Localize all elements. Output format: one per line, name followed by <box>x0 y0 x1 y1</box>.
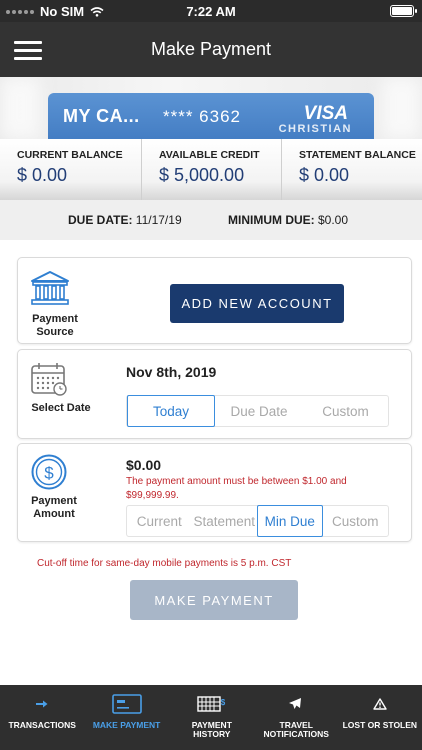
payment-amount-panel: $ Payment Amount $0.00 The payment amoun… <box>17 443 412 542</box>
payment-source-label: Payment Source <box>32 313 78 338</box>
calendar-grid-icon: $ <box>169 695 253 713</box>
bottom-tab-bar: TRANSACTIONS MAKE PAYMENT $ PAYMENT HIST… <box>0 685 422 750</box>
cutoff-note: Cut-off time for same-day mobile payment… <box>37 558 292 569</box>
current-balance-label: CURRENT BALANCE <box>17 149 123 161</box>
make-payment-button[interactable]: MAKE PAYMENT <box>130 580 298 620</box>
svg-text:$: $ <box>221 698 226 707</box>
amount-selector: Current Statement Min Due Custom <box>126 505 389 537</box>
selected-date: Nov 8th, 2019 <box>126 364 217 380</box>
tab-payment-history-label: PAYMENT HISTORY <box>191 720 232 739</box>
minimum-due-label: MINIMUM DUE: <box>228 213 315 227</box>
amount-error-message: The payment amount must be between $1.00… <box>126 476 347 501</box>
statement-balance: STATEMENT BALANCE $ 0.00 <box>281 139 422 200</box>
due-date-value: 11/17/19 <box>135 213 182 227</box>
payment-amount-value: $0.00 <box>126 457 162 473</box>
tab-transactions[interactable]: TRANSACTIONS <box>0 685 84 750</box>
amount-option-current[interactable]: Current <box>127 506 192 536</box>
date-option-custom[interactable]: Custom <box>303 396 388 426</box>
airplane-icon <box>253 695 337 713</box>
add-new-account-button[interactable]: ADD NEW ACCOUNT <box>170 284 344 323</box>
status-time: 7:22 AM <box>186 4 236 19</box>
statement-balance-value: $ 0.00 <box>299 165 350 185</box>
balance-summary: CURRENT BALANCE $ 0.00 AVAILABLE CREDIT … <box>0 139 422 200</box>
tab-make-payment[interactable]: MAKE PAYMENT <box>84 685 168 750</box>
available-credit-label: AVAILABLE CREDIT <box>159 149 260 161</box>
minimum-due-value: $0.00 <box>318 213 349 227</box>
current-balance: CURRENT BALANCE $ 0.00 <box>0 139 141 200</box>
due-date-label: DUE DATE: <box>68 213 133 227</box>
date-selector: Today Due Date Custom <box>126 395 389 427</box>
statement-balance-label: STATEMENT BALANCE <box>299 149 416 161</box>
page-title: Make Payment <box>150 39 272 59</box>
bank-icon <box>31 271 69 305</box>
card-name: MY CA... <box>63 106 140 126</box>
payment-source-panel: Payment Source ADD NEW ACCOUNT <box>17 257 412 344</box>
tab-lost-or-stolen[interactable]: LOST OR STOLEN <box>338 685 422 750</box>
available-credit: AVAILABLE CREDIT $ 5,000.00 <box>141 139 281 200</box>
amount-option-min-due[interactable]: Min Due <box>257 505 323 537</box>
payment-amount-label: Payment Amount <box>31 495 77 520</box>
date-option-due-date[interactable]: Due Date <box>215 396 303 426</box>
tab-travel-notifications[interactable]: TRAVEL NOTIFICATIONS <box>253 685 337 750</box>
warning-icon <box>338 695 422 713</box>
select-date-label: Select Date <box>31 402 91 414</box>
status-bar: No SIM 7:22 AM <box>0 0 422 22</box>
battery-icon <box>390 5 417 17</box>
due-info: DUE DATE: 11/17/19 MINIMUM DUE: $0.00 <box>0 200 422 240</box>
select-date-panel: Select Date Nov 8th, 2019 Today Due Date… <box>17 349 412 439</box>
tab-lost-or-stolen-label: LOST OR STOLEN <box>342 720 418 730</box>
svg-text:$: $ <box>44 464 54 483</box>
current-balance-value: $ 0.00 <box>17 165 68 185</box>
visa-logo: VISA <box>303 103 348 124</box>
card-icon <box>84 694 168 714</box>
due-date: DUE DATE: 11/17/19 <box>68 213 182 227</box>
card-number: **** 6362 <box>163 107 242 126</box>
amount-option-custom[interactable]: Custom <box>323 506 389 536</box>
tab-travel-notifications-label: TRAVEL NOTIFICATIONS <box>263 720 329 739</box>
card-banner[interactable]: MY CA... **** 6362 VISA CHRISTIAN <box>0 77 422 139</box>
nav-bar: Make Payment <box>0 22 422 77</box>
arrow-right-icon <box>0 695 84 713</box>
date-option-today[interactable]: Today <box>127 395 215 427</box>
amount-option-statement[interactable]: Statement <box>192 506 258 536</box>
tab-transactions-label: TRANSACTIONS <box>8 720 76 730</box>
tab-make-payment-label: MAKE PAYMENT <box>92 720 161 730</box>
dollar-icon: $ <box>31 454 67 490</box>
available-credit-value: $ 5,000.00 <box>159 165 245 185</box>
issuer-logo: CHRISTIAN <box>278 123 352 135</box>
credit-card-image[interactable]: MY CA... **** 6362 VISA CHRISTIAN <box>48 93 374 139</box>
minimum-due: MINIMUM DUE: $0.00 <box>228 213 348 227</box>
calendar-icon <box>31 363 67 396</box>
tab-payment-history[interactable]: $ PAYMENT HISTORY <box>169 685 253 750</box>
